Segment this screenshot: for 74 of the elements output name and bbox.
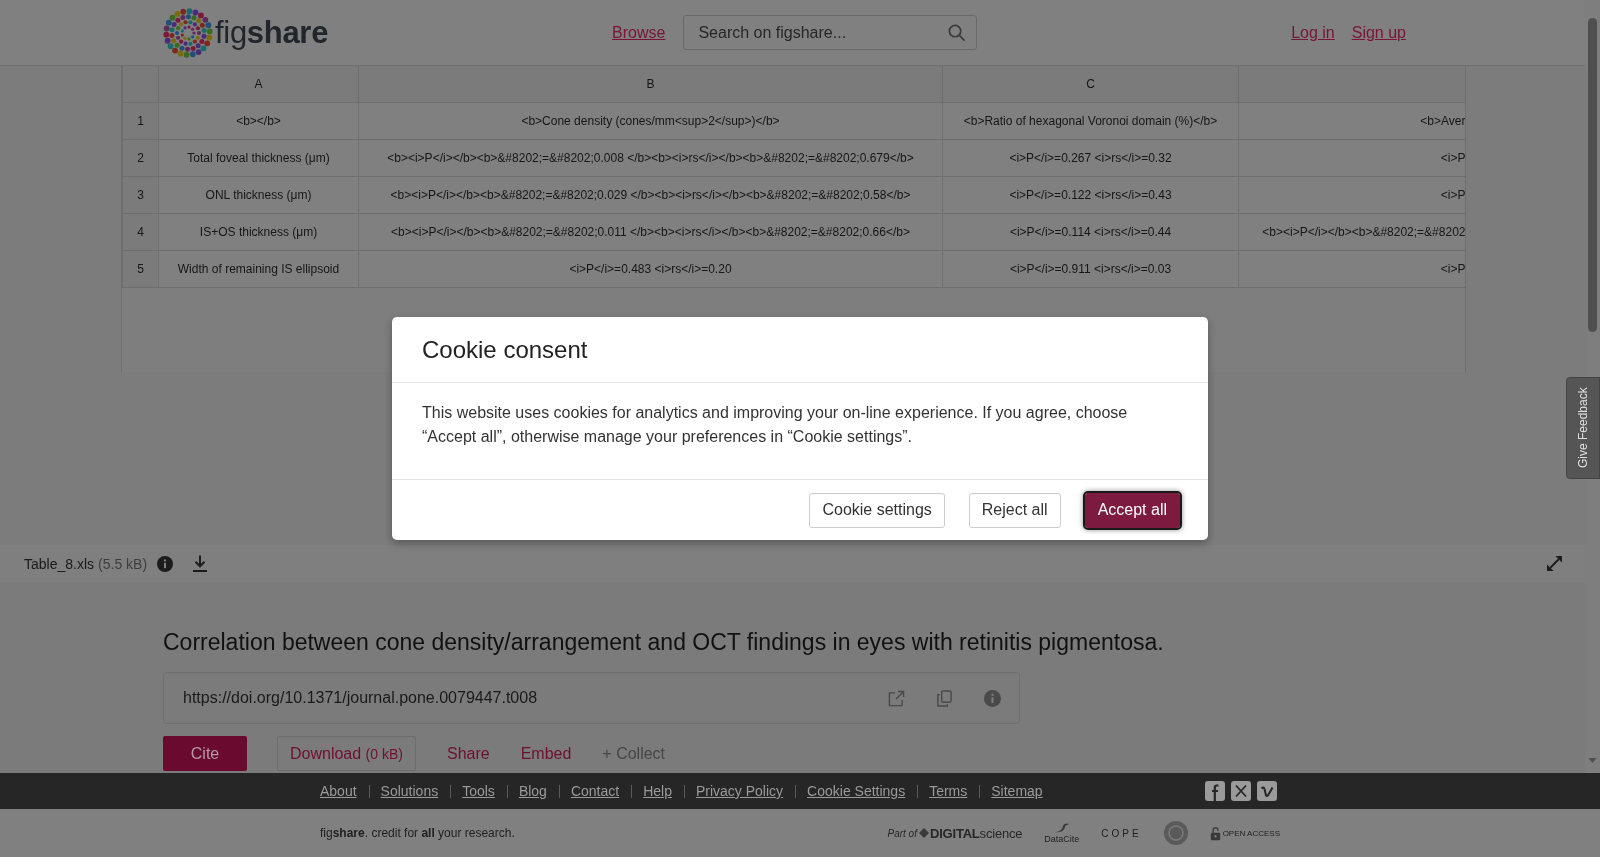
table-cell: Width of remaining IS ellipsoid: [158, 250, 359, 288]
footer-link[interactable]: Contact: [570, 783, 620, 799]
x-logo-icon[interactable]: [1231, 781, 1251, 801]
embed-link[interactable]: Embed: [520, 736, 572, 771]
footer-link[interactable]: Blog: [518, 783, 547, 799]
table-cell: <b><i>P</i></b><b>&#8202;=&#8202;0.008 </b><b><i>rs</i></b><b>&#8202;=&#8202;0.679</b>: [358, 139, 943, 177]
round-seal-icon: [1163, 821, 1188, 845]
partner-name: OPEN ACCESS: [1222, 828, 1280, 838]
table-cell: <b><i>P</i></b><b>&#8202;=&#8202: [1238, 213, 1465, 251]
footer-link[interactable]: About: [320, 783, 357, 799]
logo-icon[interactable]: [163, 7, 213, 58]
info-icon[interactable]: [157, 555, 174, 572]
footer-link[interactable]: Sitemap: [991, 783, 1043, 799]
facebook-icon[interactable]: [1205, 781, 1225, 801]
download-icon[interactable]: [192, 555, 209, 572]
footer-link[interactable]: Help: [643, 783, 672, 799]
login-link[interactable]: Log in: [1291, 22, 1335, 43]
footer-link[interactable]: Tools: [462, 783, 495, 799]
doi-link[interactable]: https://doi.org/10.1371/journal.pone.0079447.t008: [183, 689, 538, 707]
table-cell: <i>P: [1238, 176, 1465, 214]
table-cell: <i>P: [1238, 250, 1465, 288]
share-link[interactable]: Share: [446, 736, 490, 771]
table-cell: <i>P: [1238, 139, 1465, 177]
table-cell: <b><i>P</i></b><b>&#8202;=&#8202;0.029 </b><b><i>rs</i></b><b>&#8202;=&#8202;0.58</b>: [358, 176, 943, 214]
footer-link[interactable]: Privacy Policy: [695, 783, 784, 799]
row-number: 3: [122, 176, 159, 214]
search-icon[interactable]: [948, 24, 966, 41]
reject-button[interactable]: Reject all: [968, 492, 1061, 528]
browse-link[interactable]: Browse: [612, 22, 666, 43]
tagline: figshare. credit for all your research.: [320, 826, 515, 840]
item-title: Correlation between cone density/arrangement and OCT findings in eyes with retinitis pigmentosa.: [163, 628, 1164, 656]
table-cell: ONL thickness (μm): [158, 176, 359, 214]
column-header: A: [158, 66, 359, 103]
cite-button[interactable]: Cite: [163, 736, 247, 771]
feedback-tab[interactable]: Give Feedback: [1566, 377, 1600, 479]
table-cell: <b></b>: [158, 102, 359, 140]
signup-link[interactable]: Sign up: [1351, 22, 1406, 43]
search-field[interactable]: Search on figshare...: [683, 15, 978, 50]
footer-link[interactable]: Cookie Settings: [807, 783, 906, 799]
table-cell: <b>Ratio of hexagonal Voronoi domain (%)</b>: [942, 102, 1239, 140]
partner-name: DIGITALscience: [929, 825, 1023, 841]
file-name: Table_8.xls: [24, 555, 95, 572]
partner-caption: Part of: [887, 827, 917, 839]
table-cell: IS+OS thickness (μm): [158, 213, 359, 251]
partner-name: DataCite: [1044, 834, 1080, 844]
footer-link[interactable]: Terms: [929, 783, 968, 799]
table-cell: <b>Aver: [1238, 102, 1465, 140]
table-cell: <i>P</i>=0.483 <i>rs</i>=0.20: [358, 250, 943, 288]
row-number: 1: [122, 102, 159, 140]
expand-icon[interactable]: [1547, 556, 1562, 571]
accept-button[interactable]: Accept all: [1084, 492, 1180, 528]
file-size: (5.5 kB): [98, 555, 148, 572]
table-cell: <b>Cone density (cones/mm<sup>2</sup>)</b>: [358, 102, 943, 140]
open-padlock-icon: [1209, 825, 1221, 841]
table-cell: Total foveal thickness (μm): [158, 139, 359, 177]
partner-name: COPE: [1101, 827, 1142, 839]
table-cell: <i>P</i>=0.911 <i>rs</i>=0.03: [942, 250, 1239, 288]
dialog-message: This website uses cookies for analytics and improving your on-line experience. If you agree, choose “Accept all”, otherwise manage your preferences in “Cookie settings”.: [422, 403, 1129, 447]
table-cell: <b><i>P</i></b><b>&#8202;=&#8202;0.011 </b><b><i>rs</i></b><b>&#8202;=&#8202;0.66</b>: [358, 213, 943, 251]
dialog-title: Cookie consent: [422, 335, 588, 364]
diamond-mark-icon: [918, 828, 929, 838]
table-cell: <i>P</i>=0.267 <i>rs</i>=0.32: [942, 139, 1239, 177]
table-cell: <i>P</i>=0.114 <i>rs</i>=0.44: [942, 213, 1239, 251]
vimeo-icon[interactable]: [1257, 781, 1277, 801]
row-number: 5: [122, 250, 159, 288]
column-header: B: [358, 66, 943, 103]
footer-link[interactable]: Solutions: [380, 783, 439, 799]
logo-text[interactable]: figshare: [215, 14, 329, 51]
row-number: 4: [122, 213, 159, 251]
column-header: C: [942, 66, 1239, 103]
download-button[interactable]: Download (0 kB): [277, 736, 416, 771]
cookie-settings-button[interactable]: Cookie settings: [809, 492, 945, 528]
table-cell: <i>P</i>=0.122 <i>rs</i>=0.43: [942, 176, 1239, 214]
row-number: 2: [122, 139, 159, 177]
